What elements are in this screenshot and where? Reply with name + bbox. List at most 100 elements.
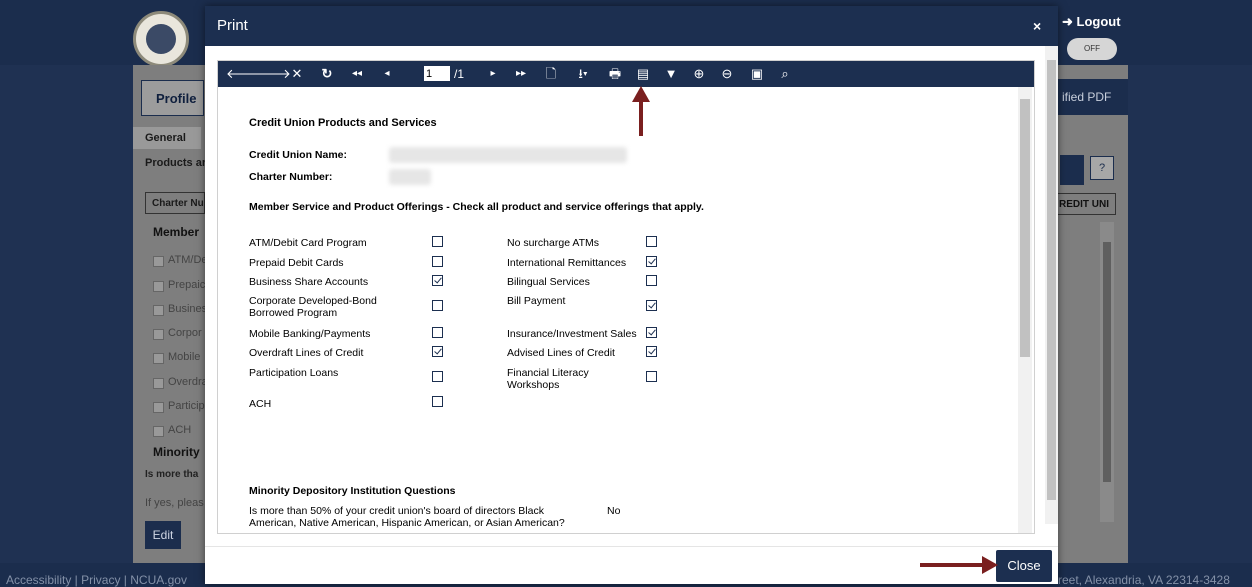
offering-label: Advised Lines of Credit — [507, 347, 615, 359]
offering-label: ATM/Debit Card Program — [249, 237, 367, 249]
first-page-icon[interactable]: ◂◂ — [348, 61, 366, 87]
minority-question: Is more than 50% of your credit union's … — [249, 505, 565, 529]
bg-scrollbar[interactable] — [1100, 222, 1114, 522]
modal-title: Print — [217, 17, 248, 34]
tab-general[interactable]: General — [133, 127, 201, 149]
offering-checkbox — [646, 275, 657, 286]
logout-label: Logout — [1076, 14, 1121, 29]
modal-footer-divider — [205, 546, 1058, 547]
offering-label: Business Share Accounts — [249, 276, 369, 288]
print-icon[interactable]: 🖶 — [606, 61, 624, 87]
annotation-arrow-right-icon — [982, 556, 998, 574]
report-scrollbar[interactable] — [1018, 87, 1032, 533]
credit-union-column-header: REDIT UNI — [1056, 193, 1116, 215]
edit-button[interactable]: Edit — [145, 521, 181, 549]
bg-checkbox — [153, 281, 164, 292]
offering-checkbox-checked — [646, 300, 657, 311]
offering-checkbox — [432, 256, 443, 267]
refresh-icon[interactable]: ↻ — [318, 61, 336, 87]
offering-label: ACH — [249, 398, 272, 410]
minority-section-heading: Minority Depository Institution Question… — [249, 485, 456, 497]
offering-checkbox — [646, 371, 657, 382]
bg-list-item: Corpor — [168, 327, 202, 339]
bg-list-item: Particip — [168, 400, 205, 412]
bg-checkbox — [153, 378, 164, 389]
offering-label: Participation Loans — [249, 367, 339, 379]
if-yes-label: If yes, pleas — [145, 497, 204, 509]
bg-checkbox — [153, 329, 164, 340]
export-icon[interactable]: ⭳▾ — [570, 61, 596, 87]
offering-label: Corporate Developed-Bond Borrowed Progra… — [249, 295, 377, 319]
footer-links[interactable]: Accessibility | Privacy | NCUA.gov — [6, 573, 187, 587]
offering-checkbox — [432, 371, 443, 382]
charter-number-label: Charter Number: — [249, 171, 333, 183]
profile-tab[interactable]: Profile — [141, 80, 204, 116]
offering-checkbox — [432, 396, 443, 407]
page-count: /1 — [454, 67, 465, 81]
filter-icon[interactable]: ▼ — [662, 61, 680, 87]
annotation-arrow-shaft — [639, 100, 643, 136]
offering-checkbox-checked — [646, 256, 657, 267]
offering-label: Overdraft Lines of Credit — [249, 347, 364, 359]
bg-list-item: Overdra — [168, 376, 208, 388]
offering-label: Bill Payment — [507, 295, 566, 307]
ncua-seal-logo — [133, 11, 189, 67]
next-page-icon[interactable]: ▸ — [484, 61, 502, 87]
report-viewer: 🡐 🡒 ✕ ↻ ◂◂ ◂ /1 ▸ ▸▸ 🗋 ⭳▾ 🖶 ▤ ▼ ⊕ ⊖ ▣ ⌕ … — [217, 60, 1035, 534]
offering-label: Insurance/Investment Sales — [507, 328, 637, 340]
bg-checkbox — [153, 256, 164, 267]
bg-checkbox — [153, 353, 164, 364]
bg-checkbox — [153, 426, 164, 437]
bg-list-item: ACH — [168, 424, 192, 436]
minority-heading: Minority — [153, 445, 200, 459]
charter-column-header: Charter Nu — [145, 192, 205, 214]
bg-list-item: ATM/De — [168, 254, 208, 266]
page-setup-icon[interactable]: 🗋 — [542, 61, 560, 87]
cu-name-label: Credit Union Name: — [249, 149, 348, 161]
redacted-charter-number — [389, 169, 431, 185]
offering-checkbox-checked — [432, 275, 443, 286]
bg-checkbox — [153, 402, 164, 413]
search-icon[interactable]: ⌕ — [776, 61, 794, 87]
annotation-arrow-shaft — [920, 563, 984, 567]
close-icon[interactable]: × — [1033, 18, 1041, 34]
modal-header: Print × — [205, 6, 1058, 46]
logout-link[interactable]: ➜ Logout — [1062, 14, 1121, 30]
footer-address: reet, Alexandria, VA 22314-3428 — [1058, 573, 1230, 587]
offering-checkbox — [432, 236, 443, 247]
certified-pdf-button[interactable]: ified PDF — [1056, 79, 1128, 115]
modal-scrollbar[interactable] — [1045, 46, 1058, 524]
offering-label: Bilingual Services — [507, 276, 590, 288]
offering-label: International Remittances — [507, 257, 627, 269]
last-page-icon[interactable]: ▸▸ — [512, 61, 530, 87]
offerings-heading: Member Service and Product Offerings - C… — [249, 201, 704, 213]
offering-label: No surcharge ATMs — [507, 237, 600, 249]
close-button[interactable]: Close — [996, 550, 1052, 582]
back-icon[interactable]: 🡐 — [226, 61, 261, 87]
forward-icon[interactable]: 🡒 — [256, 61, 291, 87]
minority-answer: No — [607, 505, 621, 517]
offering-label: Mobile Banking/Payments — [249, 328, 371, 340]
stop-icon[interactable]: ✕ — [288, 61, 306, 87]
products-label: Products ar — [145, 157, 207, 169]
zoom-in-icon[interactable]: ⊕ — [690, 61, 708, 87]
view-icon[interactable]: ▣ — [748, 61, 766, 87]
print-layout-icon[interactable]: ▤ — [634, 61, 652, 87]
offering-checkbox-checked — [432, 346, 443, 357]
bg-list-item: Busines — [168, 303, 208, 315]
zoom-out-icon[interactable]: ⊖ — [718, 61, 736, 87]
bg-list-item: Prepaic — [168, 279, 206, 291]
offering-checkbox-checked — [646, 346, 657, 357]
bg-checkbox — [153, 305, 164, 316]
offering-checkbox — [432, 300, 443, 311]
help-icon[interactable]: ? — [1090, 156, 1114, 180]
bg-action-button[interactable] — [1060, 155, 1084, 185]
page-number-input[interactable] — [424, 66, 450, 81]
toggle-switch[interactable]: OFF — [1067, 38, 1117, 60]
offering-checkbox — [432, 327, 443, 338]
offering-label: Financial Literacy Workshops — [507, 367, 589, 391]
report-toolbar: 🡐 🡒 ✕ ↻ ◂◂ ◂ /1 ▸ ▸▸ 🗋 ⭳▾ 🖶 ▤ ▼ ⊕ ⊖ ▣ ⌕ — [218, 61, 1034, 87]
offering-checkbox-checked — [646, 327, 657, 338]
previous-page-icon[interactable]: ◂ — [378, 61, 396, 87]
member-heading: Member — [153, 225, 200, 239]
